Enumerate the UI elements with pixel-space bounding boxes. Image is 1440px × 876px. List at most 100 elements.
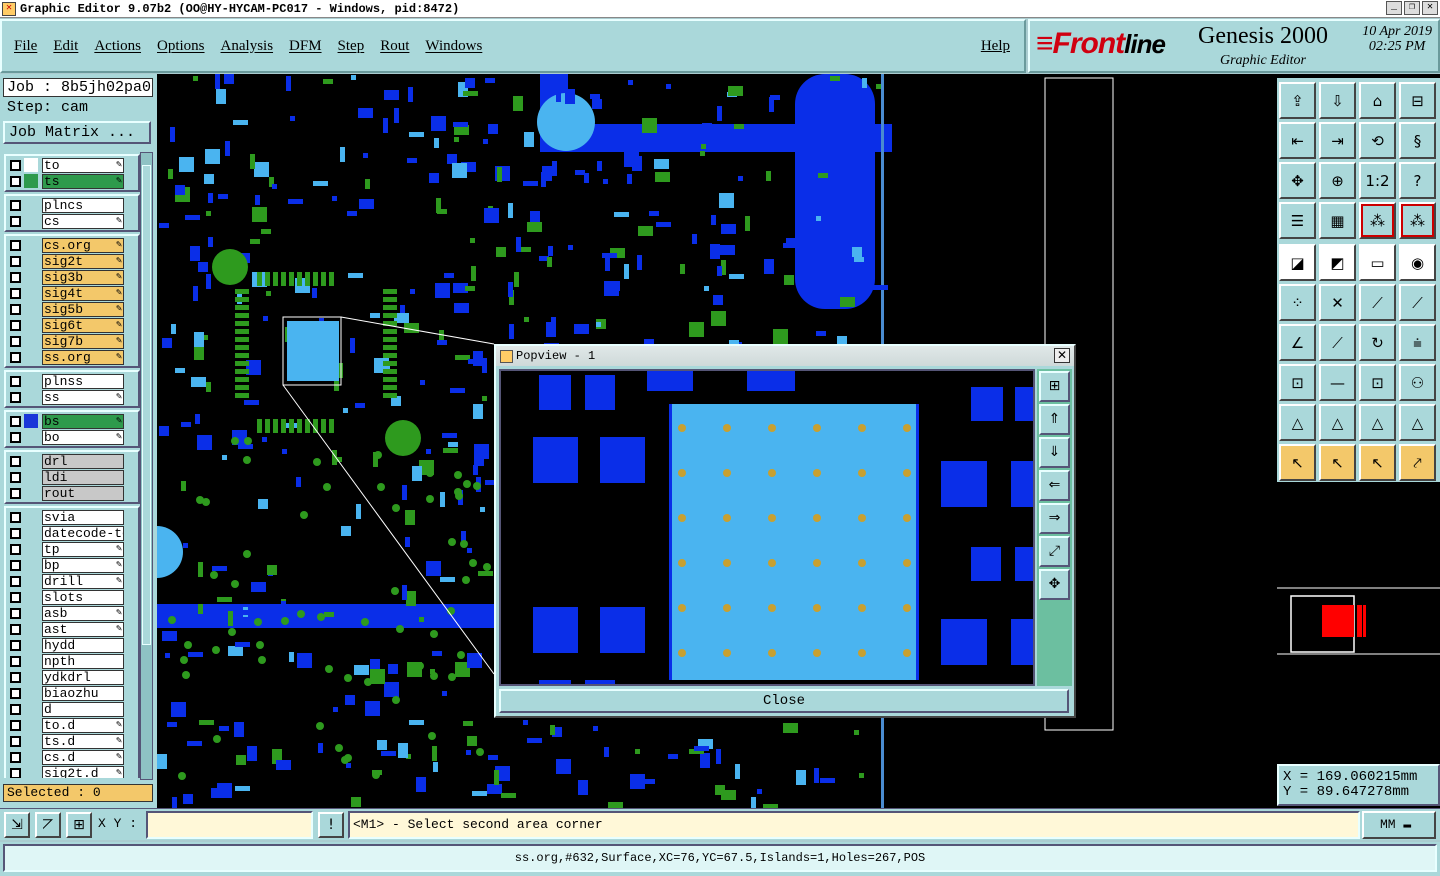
layer-name[interactable]: sig3b — [42, 269, 124, 285]
pan-down-icon[interactable]: ⇓ — [1039, 437, 1070, 468]
layer-color-swatch[interactable] — [24, 526, 38, 540]
layer-name[interactable]: ts — [42, 173, 124, 189]
layer-checkbox[interactable] — [10, 751, 21, 763]
layer-color-swatch[interactable] — [24, 558, 38, 572]
layer-checkbox[interactable] — [10, 527, 21, 539]
layer-checkbox[interactable] — [10, 655, 21, 667]
layer-name[interactable]: ss — [42, 389, 124, 405]
layer-checkbox[interactable] — [10, 703, 21, 715]
popview-canvas[interactable] — [499, 369, 1035, 686]
layer-checkbox[interactable] — [10, 175, 21, 187]
layer-name[interactable]: hydd — [42, 637, 124, 653]
layer-checkbox[interactable] — [10, 303, 21, 315]
layer-name[interactable]: datecode-to — [42, 525, 124, 541]
layer-name[interactable]: sig2t — [42, 253, 124, 269]
layer-checkbox[interactable] — [10, 391, 21, 403]
layer-row[interactable]: sig4t — [6, 285, 138, 301]
layer-color-swatch[interactable] — [24, 574, 38, 588]
layer-row[interactable]: bp — [6, 557, 138, 573]
layer-checkbox[interactable] — [10, 455, 21, 467]
layer-name[interactable]: biaozhu — [42, 685, 124, 701]
layer-color-swatch[interactable] — [24, 214, 38, 228]
layer-color-swatch[interactable] — [24, 390, 38, 404]
layer-checkbox[interactable] — [10, 375, 21, 387]
layer-name[interactable]: cs.org — [42, 237, 124, 253]
layer-name[interactable]: sig7b — [42, 333, 124, 349]
layer-row[interactable]: ts.d — [6, 733, 138, 749]
layer-color-swatch[interactable] — [24, 686, 38, 700]
layer-checkbox[interactable] — [10, 623, 21, 635]
center-icon[interactable]: ⊡ — [1359, 364, 1396, 401]
layer-checkbox[interactable] — [10, 719, 21, 731]
layer-color-swatch[interactable] — [24, 158, 38, 172]
menu-help[interactable]: Help — [981, 38, 1010, 55]
layer-checkbox[interactable] — [10, 287, 21, 299]
layer-checkbox[interactable] — [10, 255, 21, 267]
layer-color-swatch[interactable] — [24, 286, 38, 300]
layer-color-swatch[interactable] — [24, 454, 38, 468]
layers-alt-icon[interactable]: ⁂ — [1399, 202, 1436, 239]
layer-checkbox[interactable] — [10, 159, 21, 171]
minimize-button[interactable]: _ — [1386, 1, 1402, 15]
layer-color-swatch[interactable] — [24, 590, 38, 604]
layer-checkbox[interactable] — [10, 415, 21, 427]
layer-name[interactable]: drl — [42, 453, 124, 469]
scrollbar-thumb[interactable] — [142, 165, 151, 645]
popview-close-icon[interactable]: ✕ — [1054, 348, 1070, 363]
layer-color-swatch[interactable] — [24, 486, 38, 500]
angle-icon[interactable]: ∠ — [1279, 324, 1316, 361]
menu-file[interactable]: File — [14, 38, 37, 55]
layer-checkbox[interactable] — [10, 215, 21, 227]
menu-step[interactable]: Step — [338, 38, 365, 55]
layer-name[interactable]: sig5b — [42, 301, 124, 317]
layer-row[interactable]: ss.org — [6, 349, 138, 365]
layer-color-swatch[interactable] — [24, 750, 38, 764]
layer-row[interactable]: ydkdrl — [6, 669, 138, 685]
layer-list-scrollbar[interactable] — [140, 152, 153, 780]
triangle-b-icon[interactable]: △ — [1359, 404, 1396, 441]
xy-input[interactable] — [146, 811, 313, 839]
layer-color-swatch[interactable] — [24, 606, 38, 620]
zoom-icon[interactable]: ⊕ — [1319, 162, 1356, 199]
layer-color-swatch[interactable] — [24, 334, 38, 348]
layer-color-swatch[interactable] — [24, 430, 38, 444]
layer-name[interactable]: bs — [42, 413, 124, 429]
layer-row[interactable]: d — [6, 701, 138, 717]
popview-close-button[interactable]: Close — [499, 689, 1069, 713]
pan-left-icon[interactable]: ⇐ — [1039, 470, 1070, 501]
layer-row[interactable]: sig2t — [6, 253, 138, 269]
layer-color-swatch[interactable] — [24, 254, 38, 268]
layer-name[interactable]: asb — [42, 605, 124, 621]
layer-row[interactable]: sig3b — [6, 269, 138, 285]
layer-name[interactable]: sig4t — [42, 285, 124, 301]
layer-color-swatch[interactable] — [24, 638, 38, 652]
menu-dfm[interactable]: DFM — [289, 38, 322, 55]
layer-name[interactable]: ldi — [42, 469, 124, 485]
info-icon[interactable]: ! — [318, 812, 344, 838]
layer-row[interactable]: hydd — [6, 637, 138, 653]
layer-name[interactable]: cs — [42, 213, 124, 229]
layer-checkbox[interactable] — [10, 487, 21, 499]
job-matrix-button[interactable]: Job Matrix ... — [3, 121, 151, 144]
dash-icon[interactable]: — — [1319, 364, 1356, 401]
pan-right-icon[interactable]: ⇒ — [1039, 503, 1070, 534]
layer-checkbox[interactable] — [10, 271, 21, 283]
layer-row[interactable]: ast — [6, 621, 138, 637]
mirror-icon[interactable]: § — [1399, 122, 1436, 159]
menu-actions[interactable]: Actions — [94, 38, 141, 55]
layer-name[interactable]: tp — [42, 541, 124, 557]
layer-row[interactable]: svia — [6, 509, 138, 525]
layer-color-swatch[interactable] — [24, 470, 38, 484]
layer-name[interactable]: sig2t.d — [42, 765, 124, 778]
grid-icon[interactable]: ▦ — [1319, 202, 1356, 239]
select-box-icon[interactable]: ⊡ — [1279, 364, 1316, 401]
layer-row[interactable]: slots — [6, 589, 138, 605]
layer-color-swatch[interactable] — [24, 270, 38, 284]
layer-checkbox[interactable] — [10, 591, 21, 603]
arc-icon[interactable]: ↻ — [1359, 324, 1396, 361]
layer-name[interactable]: plnss — [42, 373, 124, 389]
rotate-icon[interactable]: ⟲ — [1359, 122, 1396, 159]
menu-options[interactable]: Options — [157, 38, 205, 55]
layer-color-swatch[interactable] — [24, 654, 38, 668]
layer-name[interactable]: to.d — [42, 717, 124, 733]
